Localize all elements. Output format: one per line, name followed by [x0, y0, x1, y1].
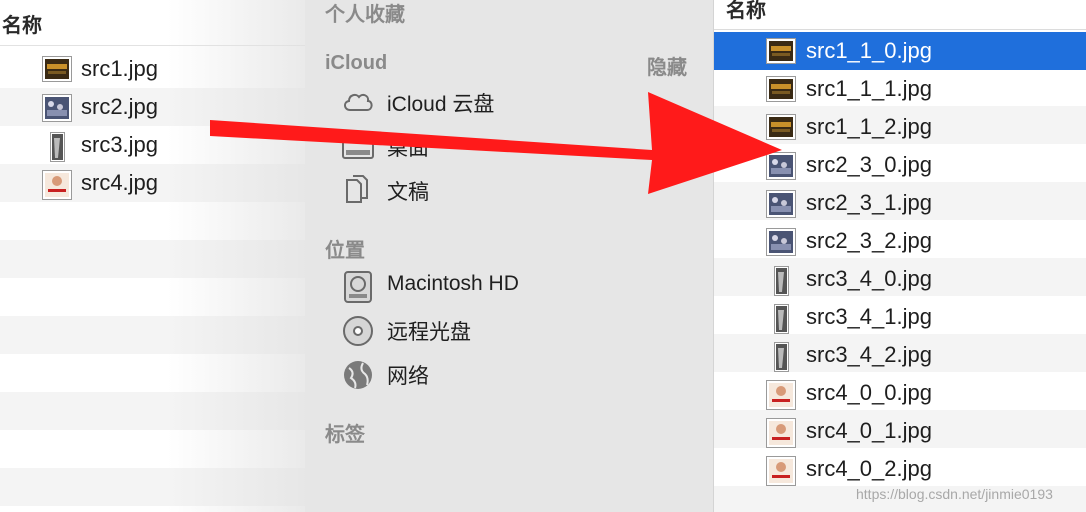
network-globe-icon	[341, 358, 375, 390]
sidebar-item-icloud-drive[interactable]: iCloud 云盘	[341, 84, 701, 120]
row-background	[0, 392, 305, 430]
document-icon	[341, 174, 375, 206]
portrait-thumbnail-icon	[766, 266, 796, 301]
row-background	[0, 430, 305, 468]
sidebar-item-label: Macintosh HD	[387, 272, 519, 295]
poster-thumbnail-icon	[766, 418, 796, 453]
cloud-icon	[341, 86, 375, 118]
right-file-list: 名称 src1_1_0.jpg src1_1_1.jpg src1_1_2.jp…	[713, 0, 1086, 512]
row-background	[0, 316, 305, 354]
left-name-column-label: 名称	[2, 15, 42, 37]
file-name: src2_3_2.jpg	[806, 228, 932, 253]
right-file-row-selected[interactable]: src1_1_0.jpg	[714, 32, 1086, 70]
crowd-thumbnail-icon	[42, 94, 72, 127]
row-background	[0, 278, 305, 316]
sidebar-item-label: 桌面	[387, 137, 429, 160]
row-background	[0, 240, 305, 278]
file-name: src2_3_0.jpg	[806, 152, 932, 177]
right-file-row[interactable]: src2_3_2.jpg	[714, 222, 1086, 260]
sidebar-item-remote-disc[interactable]: 远程光盘	[341, 312, 701, 348]
hide-icloud-button[interactable]: 隐藏	[647, 51, 687, 80]
portrait-thumbnail-icon	[766, 342, 796, 377]
row-background	[0, 354, 305, 392]
row-background	[0, 468, 305, 506]
concert-thumbnail-icon	[766, 76, 796, 107]
right-file-row[interactable]: src1_1_1.jpg	[714, 70, 1086, 108]
locations-section-header: 位置	[325, 240, 365, 262]
file-name: src3_4_2.jpg	[806, 342, 932, 367]
poster-thumbnail-icon	[766, 456, 796, 491]
crowd-thumbnail-icon	[766, 152, 796, 185]
left-file-row[interactable]: src2.jpg	[0, 88, 305, 126]
file-name: src2.jpg	[81, 94, 159, 119]
poster-thumbnail-icon	[42, 170, 72, 205]
left-file-list: 名称 src1.jpg src2.jpg src3.jpg src4.jpg	[0, 0, 305, 512]
right-file-row[interactable]: src1_1_2.jpg	[714, 108, 1086, 146]
right-file-row[interactable]: src3_4_2.jpg	[714, 336, 1086, 374]
left-file-row[interactable]: src4.jpg	[0, 164, 305, 202]
tags-section-header: 标签	[325, 424, 365, 446]
file-name: src4_0_1.jpg	[806, 418, 932, 443]
crowd-thumbnail-icon	[766, 228, 796, 261]
right-name-column-label: 名称	[726, 0, 766, 22]
row-background	[0, 202, 305, 240]
file-name: src1_1_2.jpg	[806, 114, 932, 139]
right-file-row[interactable]: src3_4_1.jpg	[714, 298, 1086, 336]
watermark-text: https://blog.csdn.net/jinmie0193	[856, 486, 1053, 502]
file-name: src3_4_1.jpg	[806, 304, 932, 329]
concert-thumbnail-icon	[766, 114, 796, 145]
right-file-row[interactable]: src3_4_0.jpg	[714, 260, 1086, 298]
favorites-section-header: 个人收藏	[325, 4, 405, 26]
file-name: src2_3_1.jpg	[806, 190, 932, 215]
sidebar-item-network[interactable]: 网络	[341, 356, 701, 392]
left-name-column-header[interactable]: 名称	[0, 0, 305, 46]
sidebar-item-label: iCloud 云盘	[387, 93, 495, 116]
icloud-section-header: iCloud	[325, 52, 388, 74]
sidebar-item-macintosh-hd[interactable]: Macintosh HD	[341, 268, 701, 304]
concert-thumbnail-icon	[766, 38, 796, 69]
disc-icon	[341, 314, 375, 346]
concert-thumbnail-icon	[42, 56, 72, 87]
right-file-row[interactable]: src2_3_1.jpg	[714, 184, 1086, 222]
file-name: src1_1_1.jpg	[806, 76, 932, 101]
left-file-row[interactable]: src3.jpg	[0, 126, 305, 164]
finder-sidebar: 个人收藏 iCloud 隐藏 iCloud 云盘 桌面 文稿 位置 Macint…	[305, 0, 713, 512]
file-name: src4.jpg	[81, 170, 159, 195]
right-name-column-header[interactable]: 名称	[714, 0, 1086, 30]
desktop-icon	[341, 130, 375, 162]
file-name: src3.jpg	[81, 132, 159, 157]
crowd-thumbnail-icon	[766, 190, 796, 223]
portrait-thumbnail-icon	[42, 132, 72, 167]
poster-thumbnail-icon	[766, 380, 796, 415]
right-file-row[interactable]: src2_3_0.jpg	[714, 146, 1086, 184]
portrait-thumbnail-icon	[766, 304, 796, 339]
file-name: src1.jpg	[81, 56, 159, 81]
sidebar-item-desktop[interactable]: 桌面	[341, 128, 701, 164]
right-file-row[interactable]: src4_0_1.jpg	[714, 412, 1086, 450]
file-name: src4_0_2.jpg	[806, 456, 932, 481]
sidebar-item-documents[interactable]: 文稿	[341, 172, 701, 208]
left-file-row[interactable]: src1.jpg	[0, 50, 305, 88]
hard-drive-icon	[341, 270, 375, 303]
right-file-row[interactable]: src4_0_0.jpg	[714, 374, 1086, 412]
sidebar-item-label: 网络	[387, 365, 429, 388]
file-name: src3_4_0.jpg	[806, 266, 932, 291]
sidebar-item-label: 远程光盘	[387, 321, 471, 344]
file-name: src4_0_0.jpg	[806, 380, 932, 405]
sidebar-item-label: 文稿	[387, 181, 429, 204]
right-file-row[interactable]: src4_0_2.jpg	[714, 450, 1086, 488]
file-name: src1_1_0.jpg	[806, 38, 932, 63]
